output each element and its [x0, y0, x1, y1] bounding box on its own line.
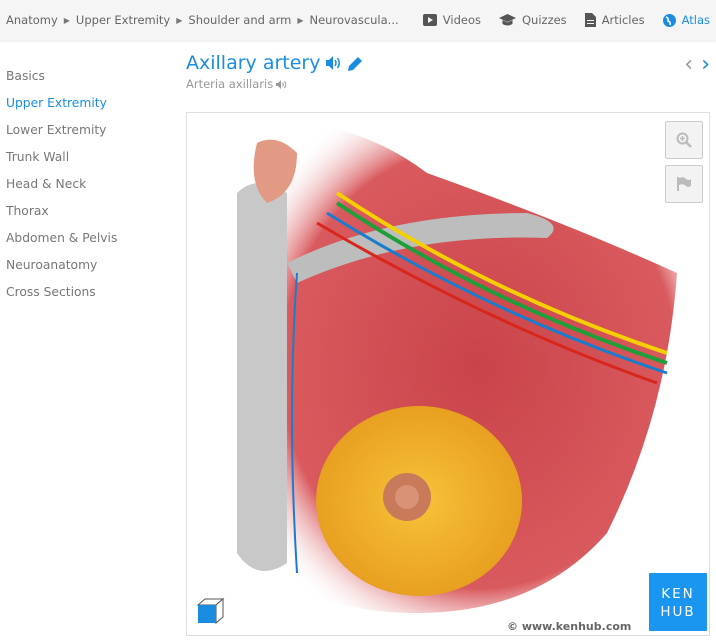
sidebar-item-upper-extremity[interactable]: Upper Extremity [6, 95, 117, 122]
nav-quizzes-label: Quizzes [522, 13, 567, 27]
graduation-cap-icon [499, 14, 516, 26]
latin-name: Arteria axillaris [186, 77, 287, 91]
nav-atlas[interactable]: Atlas [662, 13, 710, 27]
sidebar-item-head-neck[interactable]: Head & Neck [6, 176, 117, 203]
breadcrumb-anatomy[interactable]: Anatomy [6, 13, 58, 27]
flag-button[interactable] [665, 165, 703, 203]
page-title: Axillary artery [186, 52, 363, 74]
kenhub-logo[interactable]: KEN HUB [649, 573, 707, 631]
nav-videos[interactable]: Videos [422, 13, 481, 27]
nav-videos-label: Videos [442, 13, 481, 27]
nav-atlas-label: Atlas [681, 13, 710, 27]
sidebar: Basics Upper Extremity Lower Extremity T… [6, 68, 117, 311]
zoom-button[interactable] [665, 121, 703, 159]
flag-icon [677, 177, 691, 191]
speaker-icon[interactable] [326, 56, 342, 70]
speaker-icon[interactable] [276, 79, 287, 89]
chevron-left-icon[interactable]: ‹ [684, 52, 693, 77]
caret-right-icon: ▶ [176, 15, 183, 25]
sidebar-item-thorax[interactable]: Thorax [6, 203, 117, 230]
title-text: Axillary artery [186, 52, 321, 74]
nav-articles-label: Articles [601, 13, 645, 27]
sidebar-item-trunk-wall[interactable]: Trunk Wall [6, 149, 117, 176]
breadcrumb-shoulder-arm[interactable]: Shoulder and arm [188, 13, 291, 27]
zoom-in-icon [676, 132, 692, 148]
anatomy-illustration[interactable] [187, 113, 710, 636]
pencil-icon[interactable] [348, 56, 363, 71]
chevron-right-icon[interactable]: › [701, 52, 710, 77]
globe-icon [662, 13, 676, 27]
nav-articles[interactable]: Articles [584, 13, 645, 27]
caret-right-icon: ▶ [63, 15, 70, 25]
copyright-text: © www.kenhub.com [507, 620, 632, 633]
sidebar-item-neuroanatomy[interactable]: Neuroanatomy [6, 257, 117, 284]
main-nav: Videos Quizzes Articles Atlas [422, 0, 710, 40]
3d-cube-icon[interactable] [197, 597, 225, 625]
caret-right-icon: ▶ [297, 15, 304, 25]
breadcrumb: Anatomy ▶ Upper Extremity ▶ Shoulder and a… [6, 0, 399, 40]
document-icon [584, 13, 596, 27]
top-bar: Anatomy ▶ Upper Extremity ▶ Shoulder and a… [0, 0, 716, 40]
breadcrumb-upper-extremity[interactable]: Upper Extremity [76, 13, 170, 27]
item-navigation: ‹ › [684, 52, 710, 77]
sidebar-item-lower-extremity[interactable]: Lower Extremity [6, 122, 117, 149]
play-icon [422, 14, 437, 26]
atlas-image-viewer[interactable]: © www.kenhub.com KEN HUB [186, 112, 710, 636]
sidebar-item-abdomen-pelvis[interactable]: Abdomen & Pelvis [6, 230, 117, 257]
breadcrumb-neurovascular[interactable]: Neurovascula... [310, 13, 399, 27]
nav-quizzes[interactable]: Quizzes [499, 13, 567, 27]
latin-text: Arteria axillaris [186, 77, 274, 91]
sidebar-item-basics[interactable]: Basics [6, 68, 117, 95]
sidebar-item-cross-sections[interactable]: Cross Sections [6, 284, 117, 311]
